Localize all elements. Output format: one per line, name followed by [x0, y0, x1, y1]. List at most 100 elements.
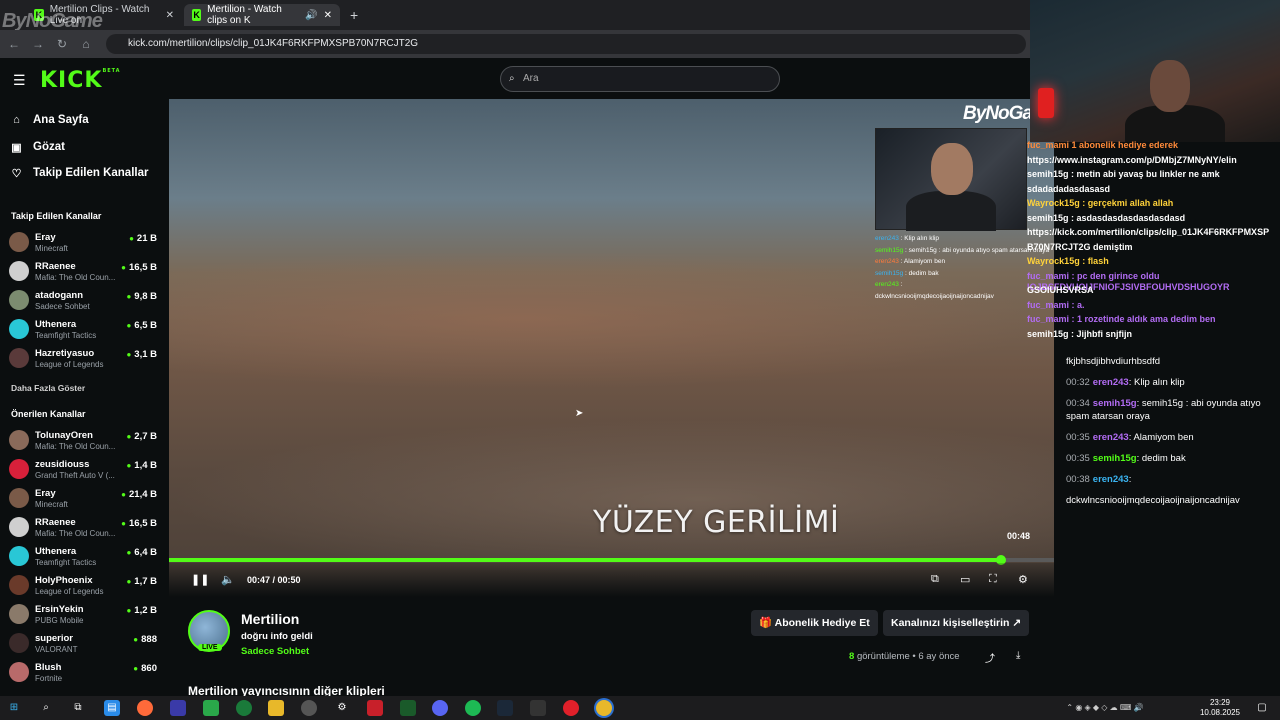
- app-icon[interactable]: [367, 700, 383, 716]
- discord-icon[interactable]: [432, 700, 448, 716]
- chat-username[interactable]: semih15g: [1093, 398, 1137, 409]
- system-tray[interactable]: ⌃ ◉ ◈ ◆ ◇ ☁ ⌨ 🔊: [1030, 700, 1180, 716]
- theater-mode-icon[interactable]: ▭: [960, 573, 970, 586]
- app-icon[interactable]: [400, 700, 416, 716]
- nav-label: Takip Edilen Kanallar: [33, 167, 149, 179]
- sidebar-channel-item[interactable]: UtheneraTeamfight Tactics 6,4 B: [9, 544, 161, 570]
- chat-text: dckwlncsniooijmqdecoijaoijnaijoncadnijav: [875, 292, 994, 300]
- heart-icon: ♡: [11, 167, 22, 180]
- viewer-count: 2,7 B: [126, 431, 157, 442]
- taskbar-clock[interactable]: 23:29 10.08.2025: [1196, 698, 1244, 718]
- menu-icon[interactable]: ☰: [13, 72, 26, 89]
- app-icon[interactable]: [137, 700, 153, 716]
- volume-icon[interactable]: 🔈: [221, 573, 235, 586]
- gift-subscription-button[interactable]: 🎁 Abonelik Hediye Et: [751, 610, 878, 636]
- channel-name: Blush: [35, 662, 62, 673]
- clip-time-tooltip: 00:48: [1007, 531, 1031, 541]
- share-icon[interactable]: ⤴: [985, 650, 995, 665]
- xbox-icon[interactable]: [236, 700, 252, 716]
- browser-tab-active[interactable]: K Mertilion - Watch clips on K 🔊 ✕: [184, 4, 340, 26]
- task-view-icon[interactable]: ⧉: [70, 700, 86, 716]
- chat-message: dckwlncsniooijmqdecoijaoijnaijoncadnijav: [1066, 494, 1278, 507]
- nav-following[interactable]: ♡ Takip Edilen Kanallar: [10, 163, 149, 183]
- channel-game: Minecraft: [35, 244, 68, 253]
- sidebar-channel-item[interactable]: atadogannSadece Sohbet 9,8 B: [9, 288, 161, 314]
- overlay-chat-line: sdadadadasdasasd: [1027, 183, 1111, 194]
- chat-username: eren243: [875, 258, 899, 265]
- epic-games-icon[interactable]: [530, 700, 546, 716]
- chat-username[interactable]: eren243: [1093, 474, 1129, 485]
- video-player[interactable]: ByNoGa eren243 : Klip alın klip semih15g …: [169, 99, 1054, 597]
- settings-icon[interactable]: ⚙: [1018, 573, 1028, 586]
- app-icon[interactable]: [301, 700, 317, 716]
- sidebar-channel-item[interactable]: HolyPhoenixLeague of Legends 1,7 B: [9, 573, 161, 599]
- reload-icon[interactable]: ↻: [54, 36, 70, 52]
- customize-channel-button[interactable]: Kanalınızı kişiselleştirin ↗: [883, 610, 1030, 636]
- logo-beta: BETA: [102, 68, 121, 74]
- sidebar-channel-item[interactable]: superiorVALORANT 888: [9, 631, 161, 657]
- opera-icon[interactable]: [563, 700, 579, 716]
- chrome-icon[interactable]: [596, 700, 612, 716]
- chat-username[interactable]: eren243: [1093, 377, 1129, 388]
- close-tab-icon[interactable]: ✕: [324, 10, 332, 21]
- store-icon[interactable]: ▤: [104, 700, 120, 716]
- app-icon[interactable]: [170, 700, 186, 716]
- chat-text: : Klip alın klip: [900, 235, 939, 242]
- show-more-link[interactable]: Daha Fazla Göster: [11, 383, 85, 393]
- video-watermark: ByNoGa: [963, 103, 1033, 124]
- chat-username: semih15g: [875, 246, 904, 254]
- spotify-icon[interactable]: [465, 700, 481, 716]
- overlay-chat-line: semih15g : metin abi yavaş bu linkler ne…: [1027, 169, 1220, 179]
- clock-time: 23:29: [1209, 698, 1231, 707]
- speaker-icon[interactable]: 🔊: [305, 10, 317, 21]
- kick-logo[interactable]: KICKBETA: [40, 68, 121, 93]
- viewer-count: 1,2 B: [126, 605, 157, 616]
- seek-bar[interactable]: [169, 555, 1054, 565]
- pip-icon[interactable]: ⧉: [931, 573, 939, 586]
- chat-username[interactable]: eren243: [1093, 432, 1129, 443]
- windows-start-icon[interactable]: ⊞: [6, 700, 22, 716]
- pause-icon[interactable]: ❚❚: [191, 573, 209, 586]
- nav-home[interactable]: ⌂ Ana Sayfa: [10, 110, 88, 130]
- sidebar-channel-item[interactable]: RRaeneeMafia: The Old Coun... 16,5 B: [9, 515, 161, 541]
- sidebar-channel-item[interactable]: zeusidioussGrand Theft Auto V (... 1,4 B: [9, 457, 161, 483]
- back-icon[interactable]: ←: [6, 36, 22, 52]
- chat-message: 00:34 semih15g: semih15g : abi oyunda atı…: [1066, 397, 1278, 423]
- steam-icon[interactable]: [497, 700, 513, 716]
- close-tab-icon[interactable]: ✕: [166, 10, 174, 21]
- channel-game: Mafia: The Old Coun...: [35, 273, 116, 282]
- channel-avatar: [9, 546, 29, 566]
- sidebar-channel-item[interactable]: HazretiyasuoLeague of Legends 3,1 B: [9, 346, 161, 372]
- home-icon[interactable]: ⌂: [78, 36, 94, 52]
- viewer-count: 9,8 B: [126, 291, 157, 302]
- app-icon[interactable]: [203, 700, 219, 716]
- settings-icon[interactable]: ⚙: [334, 700, 350, 716]
- sidebar-channel-item[interactable]: ErayMinecraft 21 B: [9, 230, 161, 256]
- url-field[interactable]: kick.com/mertilion/clips/clip_01JK4F6RKF…: [106, 34, 1026, 54]
- clip-category[interactable]: Sadece Sohbet: [241, 646, 309, 657]
- sidebar-channel-item[interactable]: UtheneraTeamfight Tactics 6,5 B: [9, 317, 161, 343]
- fullscreen-icon[interactable]: ⛶: [989, 573, 997, 586]
- search-icon[interactable]: ⌕: [38, 700, 54, 716]
- tab-label: Mertilion - Watch clips on K: [207, 4, 282, 26]
- folder-icon[interactable]: [268, 700, 284, 716]
- customize-label: Kanalınızı kişiselleştirin: [891, 617, 1010, 629]
- channel-name: superior: [35, 633, 74, 644]
- windows-taskbar: ⊞ ⌕ ⧉ ▤ ⚙ ⌃ ◉ ◈ ◆ ◇ ☁ ⌨ 🔊 23:29 10.08.202…: [0, 696, 1280, 720]
- nav-browse[interactable]: ▣ Gözat: [10, 137, 65, 157]
- download-icon[interactable]: ⤓: [1016, 650, 1020, 661]
- forward-icon[interactable]: →: [30, 36, 46, 52]
- channel-name: HolyPhoenix: [35, 575, 93, 586]
- webcam-face: [1150, 60, 1190, 112]
- sidebar-channel-item[interactable]: BlushFortnite 860: [9, 660, 161, 686]
- sidebar-channel-item[interactable]: TolunayOrenMafia: The Old Coun... 2,7 B: [9, 428, 161, 454]
- channel-name: ErsinYekin: [35, 604, 84, 615]
- chat-username[interactable]: semih15g: [1093, 453, 1137, 464]
- channel-name[interactable]: Mertilion: [241, 611, 299, 627]
- new-tab-button[interactable]: +: [342, 4, 366, 26]
- sidebar-channel-item[interactable]: ErayMinecraft 21,4 B: [9, 486, 161, 512]
- notifications-icon[interactable]: ▢: [1254, 700, 1270, 716]
- search-input[interactable]: ⌕ Ara: [500, 66, 780, 92]
- sidebar-channel-item[interactable]: RRaeneeMafia: The Old Coun... 16,5 B: [9, 259, 161, 285]
- sidebar-channel-item[interactable]: ErsinYekinPUBG Mobile 1,2 B: [9, 602, 161, 628]
